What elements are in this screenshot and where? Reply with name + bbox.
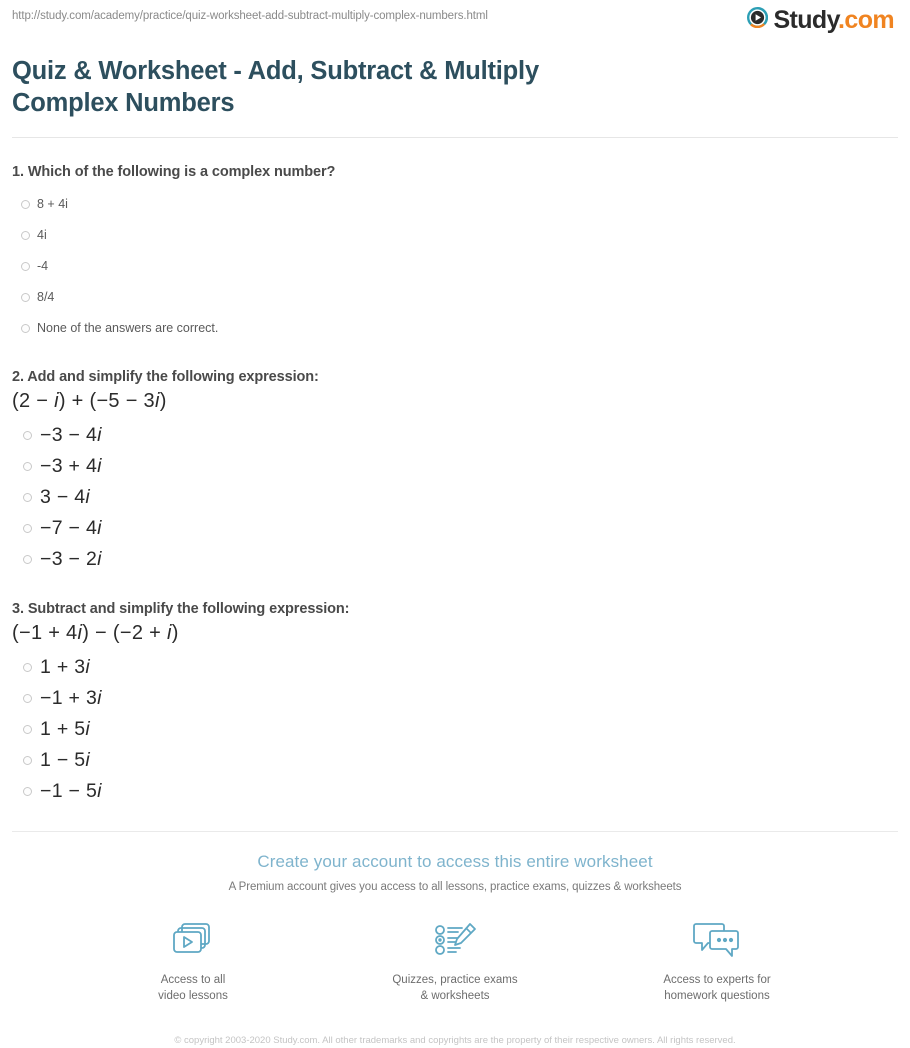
cta-headline-link[interactable]: Create your account to access this entir… (0, 851, 910, 873)
feature-label-line2: video lessons (158, 990, 228, 1002)
option-label: 4i (37, 228, 47, 242)
option-row[interactable]: −3 − 2i (12, 544, 898, 575)
question-prompt: 2. Add and simplify the following expres… (12, 369, 319, 385)
page-title: Quiz & Worksheet - Add, Subtract & Multi… (12, 57, 539, 117)
copyright-notice: © copyright 2003-2020 Study.com. All oth… (174, 1035, 736, 1046)
option-label: −1 − 5i (40, 780, 102, 802)
logo-suffix: .com (838, 5, 895, 34)
feature-label: Access to all video lessons (118, 972, 268, 1004)
question-1: 1. Which of the following is a complex n… (12, 162, 898, 343)
option-row[interactable]: 1 + 5i (12, 714, 898, 745)
option-label: 1 − 5i (40, 749, 91, 771)
option-label: None of the answers are correct. (37, 321, 219, 335)
option-row[interactable]: −7 − 4i (12, 513, 898, 544)
feature-label-line1: Access to experts for (663, 974, 771, 986)
feature-label-line2: homework questions (664, 990, 770, 1002)
question-3: 3. Subtract and simplify the following e… (12, 599, 898, 807)
option-label: −7 − 4i (40, 517, 102, 539)
feature-quizzes: Quizzes, practice exams & worksheets (380, 917, 530, 1004)
question-prompt: 3. Subtract and simplify the following e… (12, 601, 350, 617)
radio-button-icon[interactable] (23, 430, 32, 440)
option-row[interactable]: 1 − 5i (12, 745, 898, 776)
option-row[interactable]: None of the answers are correct. (12, 312, 898, 343)
option-row[interactable]: 8/4 (12, 281, 898, 312)
question-expression: (2 − i) + (−5 − 3i) (12, 390, 167, 412)
option-label: 8/4 (37, 290, 55, 304)
feature-label: Quizzes, practice exams & worksheets (380, 972, 530, 1004)
radio-button-icon[interactable] (23, 461, 32, 471)
option-label: −3 − 2i (40, 548, 102, 570)
title-divider (12, 137, 898, 138)
option-label: 1 + 3i (40, 656, 91, 678)
feature-experts: Access to experts for homework questions (642, 917, 792, 1004)
question-prompt: 1. Which of the following is a complex n… (12, 164, 336, 180)
logo-name: Study (773, 5, 839, 34)
option-row[interactable]: −1 + 3i (12, 683, 898, 714)
cta-subline: A Premium account gives you access to al… (228, 881, 682, 893)
study-com-logo[interactable]: Study.com (747, 5, 895, 34)
feature-label-line1: Access to all (160, 974, 226, 986)
radio-button-icon[interactable] (21, 199, 30, 209)
questions-list: 1. Which of the following is a complex n… (0, 162, 910, 807)
radio-button-icon[interactable] (21, 323, 30, 333)
feature-video-lessons: Access to all video lessons (118, 917, 268, 1004)
feature-label-line1: Quizzes, practice exams (392, 974, 518, 986)
question-expression: (−1 + 4i) − (−2 + i) (12, 622, 179, 644)
question-2: 2. Add and simplify the following expres… (12, 367, 898, 575)
option-row[interactable]: 8 + 4i (12, 188, 898, 219)
radio-button-icon[interactable] (23, 554, 32, 564)
worksheet-page: http://study.com/academy/practice/quiz-w… (0, 0, 910, 1046)
answer-options: 1 + 3i −1 + 3i 1 + 5i 1 − 5i −1 − 5i (12, 652, 898, 807)
answer-options: −3 − 4i −3 + 4i 3 − 4i −7 − 4i −3 − 2i (12, 420, 898, 575)
radio-button-icon[interactable] (21, 261, 30, 271)
create-account-cta: Create your account to access this entir… (0, 832, 910, 1048)
radio-button-icon[interactable] (23, 693, 32, 703)
chat-bubbles-icon (642, 917, 792, 963)
page-url: http://study.com/academy/practice/quiz-w… (12, 10, 488, 22)
radio-button-icon[interactable] (23, 523, 32, 533)
radio-button-icon[interactable] (23, 492, 32, 502)
radio-button-icon[interactable] (23, 724, 32, 734)
option-label: −3 − 4i (40, 424, 102, 446)
feature-label-line2: & worksheets (420, 990, 490, 1002)
play-circle-icon (747, 6, 769, 33)
option-row[interactable]: -4 (12, 250, 898, 281)
option-label: −1 + 3i (40, 687, 102, 709)
option-row[interactable]: 3 − 4i (12, 482, 898, 513)
logo-wordmark: Study.com (773, 5, 895, 34)
option-label: 1 + 5i (40, 718, 91, 740)
radio-button-icon[interactable] (21, 292, 30, 302)
option-label: 8 + 4i (37, 197, 68, 211)
page-header: http://study.com/academy/practice/quiz-w… (0, 0, 910, 33)
option-row[interactable]: −3 − 4i (12, 420, 898, 451)
radio-button-icon[interactable] (21, 230, 30, 240)
option-label: −3 + 4i (40, 455, 102, 477)
option-label: 3 − 4i (40, 486, 91, 508)
radio-button-icon[interactable] (23, 755, 32, 765)
answer-options: 8 + 4i 4i -4 8/4 None of the answers are… (12, 188, 898, 343)
quiz-pencil-icon (380, 917, 530, 963)
radio-button-icon[interactable] (23, 662, 32, 672)
option-row[interactable]: −3 + 4i (12, 451, 898, 482)
option-row[interactable]: 4i (12, 219, 898, 250)
option-row[interactable]: 1 + 3i (12, 652, 898, 683)
video-lessons-icon (118, 917, 268, 963)
option-row[interactable]: −1 − 5i (12, 776, 898, 807)
radio-button-icon[interactable] (23, 786, 32, 796)
premium-features: Access to all video lessons Quizzes, pra… (0, 917, 910, 1004)
option-label: -4 (37, 259, 49, 273)
feature-label: Access to experts for homework questions (642, 972, 792, 1004)
